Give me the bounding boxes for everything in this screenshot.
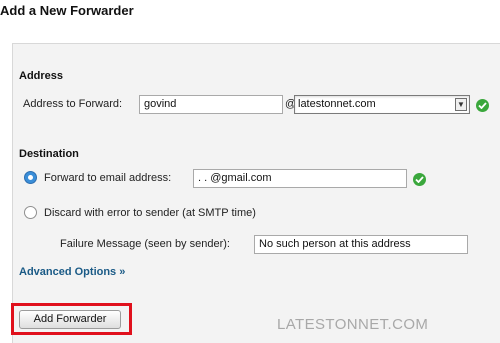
failure-message-label: Failure Message (seen by sender): <box>60 238 230 250</box>
domain-select[interactable]: latestonnet.com ▼ <box>294 95 470 114</box>
add-forwarder-button[interactable]: Add Forwarder <box>19 310 121 329</box>
domain-select-value: latestonnet.com <box>298 98 376 110</box>
address-valid-check-icon <box>476 99 489 112</box>
forward-to-email-radio[interactable] <box>24 171 37 184</box>
page-title: Add a New Forwarder <box>0 3 134 18</box>
forwarder-form-panel <box>12 43 500 343</box>
address-to-forward-label: Address to Forward: <box>23 98 123 110</box>
chevron-down-icon: ▼ <box>455 98 467 111</box>
radio-selected-dot <box>28 175 33 180</box>
address-section-title: Address <box>19 70 64 82</box>
discard-radio[interactable] <box>24 206 37 219</box>
destination-section-title: Destination <box>19 148 79 160</box>
discard-label: Discard with error to sender (at SMTP ti… <box>44 207 256 219</box>
failure-message-input[interactable]: No such person at this address <box>254 235 468 254</box>
address-to-forward-input[interactable]: govind <box>139 95 283 114</box>
forward-email-input[interactable]: . . @gmail.com <box>193 169 407 188</box>
watermark: LATESTONNET.COM <box>277 316 429 333</box>
advanced-options-link[interactable]: Advanced Options » <box>19 266 125 278</box>
forward-to-email-label: Forward to email address: <box>44 172 172 184</box>
email-valid-check-icon <box>413 173 426 186</box>
